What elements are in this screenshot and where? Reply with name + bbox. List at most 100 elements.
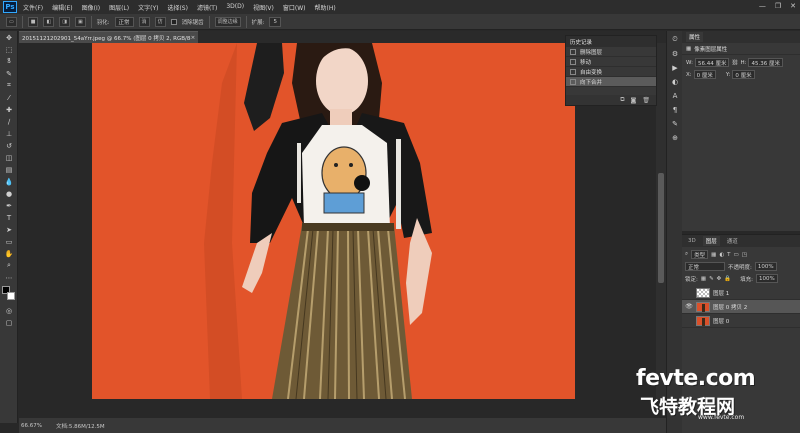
filter-pixel-icon[interactable]: ▦ xyxy=(711,252,716,258)
adjustments-panel-icon[interactable]: ◐ xyxy=(669,76,681,87)
close-window-button[interactable]: ✕ xyxy=(790,2,796,10)
actions-panel-icon[interactable]: ▶ xyxy=(669,62,681,73)
subtract-selection-icon[interactable]: ◨ xyxy=(59,16,70,27)
menu-select[interactable]: 选择(S) xyxy=(167,3,188,12)
opacity-field[interactable]: 100% xyxy=(754,262,777,271)
history-brush-icon[interactable]: ↺ xyxy=(2,140,16,151)
width-field[interactable]: 56.44 厘米 xyxy=(694,58,730,67)
path-select-tool-icon[interactable]: ➤ xyxy=(2,224,16,235)
marquee-preset-icon[interactable]: ▭ xyxy=(6,16,17,27)
new-document-from-state-icon[interactable]: ⧉ xyxy=(620,96,624,104)
history-item-selected[interactable]: 向下合并 xyxy=(566,77,656,87)
layer-row[interactable]: 图层 1 xyxy=(682,286,800,300)
background-color[interactable] xyxy=(7,292,15,300)
canvas-photo[interactable] xyxy=(92,43,575,399)
filter-type-icon[interactable]: T xyxy=(727,252,730,258)
gradient-tool-icon[interactable]: ▤ xyxy=(2,164,16,175)
canvas-workspace[interactable] xyxy=(19,43,656,399)
properties-tab[interactable]: 属性 xyxy=(682,31,800,43)
hand-tool-icon[interactable]: ✋ xyxy=(2,248,16,259)
lock-move-icon[interactable]: ✥ xyxy=(717,276,722,282)
menu-type[interactable]: 文字(Y) xyxy=(138,3,158,12)
layer-kind-select[interactable]: 类型 xyxy=(691,250,709,259)
menu-file[interactable]: 文件(F) xyxy=(23,3,43,12)
blur-tool-icon[interactable]: 💧 xyxy=(2,176,16,187)
snapshot-camera-icon[interactable]: ◙ xyxy=(631,97,637,104)
menu-edit[interactable]: 编辑(E) xyxy=(52,3,72,12)
healing-tool-icon[interactable]: ✚ xyxy=(2,104,16,115)
screen-mode-icon[interactable]: ▢ xyxy=(2,317,16,328)
blend-mode-select[interactable]: 正常 xyxy=(685,262,725,271)
type-tool-icon[interactable]: T xyxy=(2,212,16,223)
minimize-button[interactable]: — xyxy=(759,2,766,10)
visibility-off-icon[interactable] xyxy=(685,317,693,325)
scrollbar-thumb[interactable] xyxy=(658,173,664,283)
history-item[interactable]: 自由变换 xyxy=(566,67,656,77)
restore-button[interactable]: ❐ xyxy=(775,2,781,10)
option-button-b[interactable]: 仿 xyxy=(154,16,166,27)
history-panel-icon[interactable]: ⏲ xyxy=(669,34,681,45)
clone-source-icon[interactable]: ⊕ xyxy=(669,132,681,143)
pen-tool-icon[interactable]: ✒ xyxy=(2,200,16,211)
properties-panel-icon[interactable]: ⚙ xyxy=(669,48,681,59)
lock-transparent-icon[interactable]: ▦ xyxy=(701,276,706,282)
layer-row[interactable]: 图层 0 xyxy=(682,314,800,328)
dodge-tool-icon[interactable]: ● xyxy=(2,188,16,199)
history-item[interactable]: 删除图层 xyxy=(566,47,656,57)
eraser-tool-icon[interactable]: ◫ xyxy=(2,152,16,163)
close-tab-icon[interactable]: × xyxy=(191,35,195,41)
paragraph-panel-icon[interactable]: ¶ xyxy=(669,104,681,115)
eye-icon[interactable]: 👁 xyxy=(685,303,693,311)
character-panel-icon[interactable]: A xyxy=(669,90,681,101)
menu-image[interactable]: 图像(I) xyxy=(82,3,100,12)
more-tools-icon[interactable]: ⋯ xyxy=(2,272,16,283)
intersect-selection-icon[interactable]: ▣ xyxy=(74,16,86,27)
zoom-level[interactable]: 66.67% xyxy=(21,423,42,429)
filter-shape-icon[interactable]: ▭ xyxy=(734,252,739,258)
stamp-tool-icon[interactable]: ⊥ xyxy=(2,128,16,139)
menu-view[interactable]: 视图(V) xyxy=(253,3,274,12)
adjust-edge-button[interactable]: 调整边缘 xyxy=(214,16,241,27)
vertical-scrollbar[interactable] xyxy=(656,43,666,399)
fill-field[interactable]: 100% xyxy=(756,274,778,283)
filter-smart-icon[interactable]: ◳ xyxy=(742,252,747,258)
history-panel-header[interactable]: 历史记录 xyxy=(566,36,656,47)
menu-layer[interactable]: 图层(L) xyxy=(109,3,129,12)
menu-window[interactable]: 窗口(W) xyxy=(283,3,306,12)
tab-3d[interactable]: 3D xyxy=(685,237,699,245)
move-tool-icon[interactable]: ✥ xyxy=(2,32,16,43)
feather-select[interactable]: 正常 xyxy=(114,16,134,27)
quick-select-tool-icon[interactable]: ✎ xyxy=(2,68,16,79)
menu-3d[interactable]: 3D(D) xyxy=(226,3,244,12)
visibility-off-icon[interactable] xyxy=(685,289,693,297)
x-field[interactable]: 0 厘米 xyxy=(693,70,716,79)
tab-layers[interactable]: 图层 xyxy=(702,236,720,246)
link-icon[interactable]: ⛓ xyxy=(731,60,738,66)
add-selection-icon[interactable]: ◧ xyxy=(43,16,55,27)
lock-paint-icon[interactable]: ✎ xyxy=(709,276,714,282)
zoom-tool-icon[interactable]: ⌕ xyxy=(2,260,16,271)
color-swatches[interactable] xyxy=(2,286,16,302)
new-selection-icon[interactable]: ■ xyxy=(27,16,39,27)
marquee-tool-icon[interactable]: ⬚ xyxy=(2,44,16,55)
menu-filter[interactable]: 滤镜(T) xyxy=(197,3,217,12)
quick-mask-icon[interactable]: ◎ xyxy=(2,305,16,316)
height-field[interactable]: 45.36 厘米 xyxy=(748,58,783,67)
crop-tool-icon[interactable]: ⌗ xyxy=(2,80,16,91)
shape-tool-icon[interactable]: ▭ xyxy=(2,236,16,247)
layer-row-selected[interactable]: 👁 图层 0 拷贝 2 xyxy=(682,300,800,314)
menu-help[interactable]: 帮助(H) xyxy=(315,3,336,12)
history-item[interactable]: 移动 xyxy=(566,57,656,67)
document-tab[interactable]: 20151121202901_54aYrr.jpeg @ 66.7% (图层 0… xyxy=(19,31,198,43)
tolerance-select[interactable]: 5 xyxy=(269,16,281,27)
delete-trash-icon[interactable]: 🗑 xyxy=(642,97,650,104)
lasso-tool-icon[interactable]: ꝸ xyxy=(2,56,16,67)
eyedropper-tool-icon[interactable]: ⁄ xyxy=(2,92,16,103)
option-button-a[interactable]: 消 xyxy=(138,16,150,27)
tab-channels[interactable]: 通道 xyxy=(724,236,741,246)
lock-all-icon[interactable]: 🔒 xyxy=(724,276,731,282)
y-field[interactable]: 0 厘米 xyxy=(732,70,755,79)
antialias-checkbox[interactable] xyxy=(170,18,177,25)
brush-tool-icon[interactable]: ∕ xyxy=(2,116,16,127)
brush-panel-icon[interactable]: ✎ xyxy=(669,118,681,129)
